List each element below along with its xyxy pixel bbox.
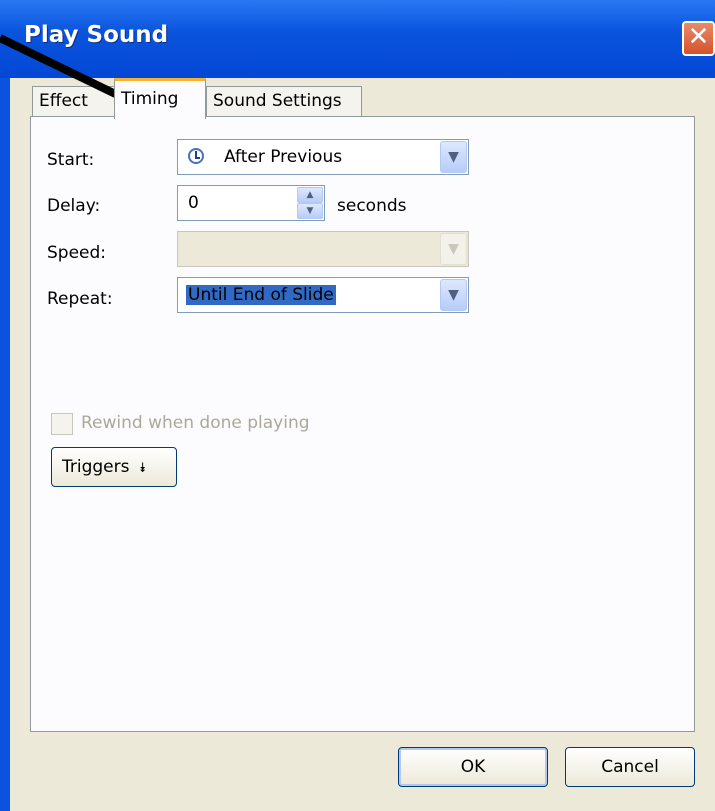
spin-down-icon[interactable]: ▼ <box>297 203 323 219</box>
close-button[interactable]: ✕ <box>682 21 715 56</box>
repeat-label: Repeat: <box>47 289 113 309</box>
chevron-down-icon[interactable]: ▼ <box>440 279 467 311</box>
repeat-value: Until End of Slide <box>186 285 336 305</box>
title-bar[interactable]: Play Sound ✕ <box>0 0 715 78</box>
triggers-label: Triggers <box>62 457 130 477</box>
dialog-window: Play Sound ✕ Effect Timing Sound Setting… <box>0 0 715 811</box>
cancel-button[interactable]: Cancel <box>565 747 695 787</box>
ok-label: OK <box>460 757 486 777</box>
tab-sound-settings[interactable]: Sound Settings <box>206 86 362 116</box>
tab-timing[interactable]: Timing <box>114 78 206 119</box>
window-title: Play Sound <box>24 22 169 48</box>
tab-sound-settings-label: Sound Settings <box>213 91 342 111</box>
triggers-button[interactable]: Triggers ⯯ <box>51 447 177 487</box>
rewind-checkbox[interactable] <box>51 413 73 435</box>
repeat-select[interactable]: Until End of Slide ▼ <box>177 277 469 313</box>
close-icon: ✕ <box>687 22 710 52</box>
ok-button[interactable]: OK <box>398 747 548 787</box>
tab-timing-label: Timing <box>121 89 179 109</box>
start-label: Start: <box>47 150 95 170</box>
chevron-down-icon[interactable]: ▼ <box>440 141 467 173</box>
dialog-body: Effect Timing Sound Settings Start: Afte… <box>10 78 715 811</box>
clock-icon <box>188 148 204 164</box>
delay-spinner[interactable]: 0 ▲ ▼ <box>177 185 325 221</box>
delay-label: Delay: <box>47 196 101 216</box>
speed-label: Speed: <box>47 243 107 263</box>
rewind-label: Rewind when done playing <box>81 413 310 433</box>
speed-select: ▼ <box>177 231 469 267</box>
start-value: After Previous <box>224 147 343 167</box>
cancel-label: Cancel <box>601 757 659 777</box>
chevron-down-icon: ▼ <box>440 233 467 265</box>
timing-panel: Start: After Previous ▼ Delay: 0 ▲ ▼ sec… <box>30 116 695 732</box>
delay-unit: seconds <box>337 196 407 216</box>
start-select[interactable]: After Previous ▼ <box>177 139 469 175</box>
tab-effect[interactable]: Effect <box>32 86 120 116</box>
double-chevron-down-icon: ⯯ <box>138 461 147 476</box>
spin-up-icon[interactable]: ▲ <box>297 187 323 203</box>
delay-value: 0 <box>188 193 199 213</box>
tab-effect-label: Effect <box>39 91 88 111</box>
